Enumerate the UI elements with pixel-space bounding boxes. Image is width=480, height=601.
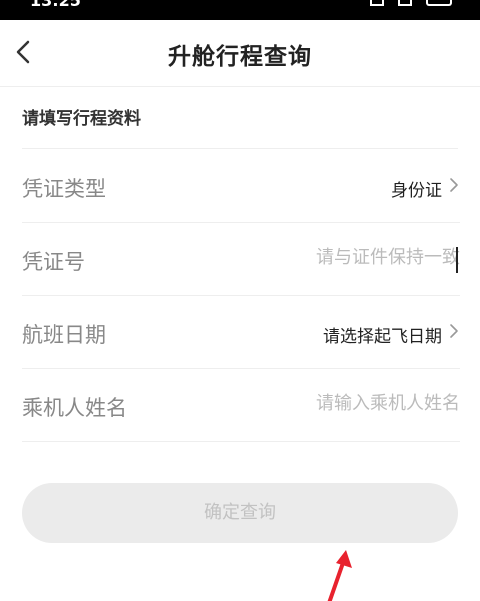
status-bar: 13:25 bbox=[0, 0, 480, 20]
text-cursor bbox=[456, 247, 458, 273]
page-title: 升舱行程查询 bbox=[168, 44, 312, 70]
red-arrow-annotation bbox=[327, 550, 352, 601]
id-number-row: 凭证号 bbox=[22, 222, 460, 296]
passenger-name-row: 乘机人姓名 bbox=[22, 368, 460, 442]
id-type-row[interactable]: 凭证类型 身份证 bbox=[22, 149, 460, 223]
flight-date-row[interactable]: 航班日期 请选择起飞日期 bbox=[22, 295, 460, 369]
header: 升舱行程查询 bbox=[0, 20, 480, 87]
id-type-value: 身份证 bbox=[391, 181, 442, 201]
chevron-right-icon bbox=[450, 178, 458, 192]
status-icons bbox=[370, 0, 452, 6]
upgrade-trip-query-screen: 13:25 升舱行程查询 请填写行程资料 凭证类型 身份证 凭证号 航班日期 请… bbox=[0, 0, 480, 601]
signal-icon bbox=[398, 0, 412, 6]
flight-date-label: 航班日期 bbox=[22, 323, 106, 347]
chevron-right-icon bbox=[450, 324, 458, 338]
flight-date-value: 请选择起飞日期 bbox=[323, 327, 442, 347]
section-title: 请填写行程资料 bbox=[22, 109, 141, 129]
id-number-input[interactable] bbox=[260, 247, 460, 268]
status-time: 13:25 bbox=[30, 0, 81, 10]
battery-icon bbox=[426, 0, 452, 6]
notification-icon bbox=[370, 0, 384, 6]
passenger-name-label: 乘机人姓名 bbox=[22, 396, 127, 420]
submit-query-button[interactable]: 确定查询 bbox=[22, 483, 458, 543]
id-type-label: 凭证类型 bbox=[22, 177, 106, 201]
id-number-label: 凭证号 bbox=[22, 250, 85, 274]
passenger-name-input[interactable] bbox=[260, 393, 460, 414]
